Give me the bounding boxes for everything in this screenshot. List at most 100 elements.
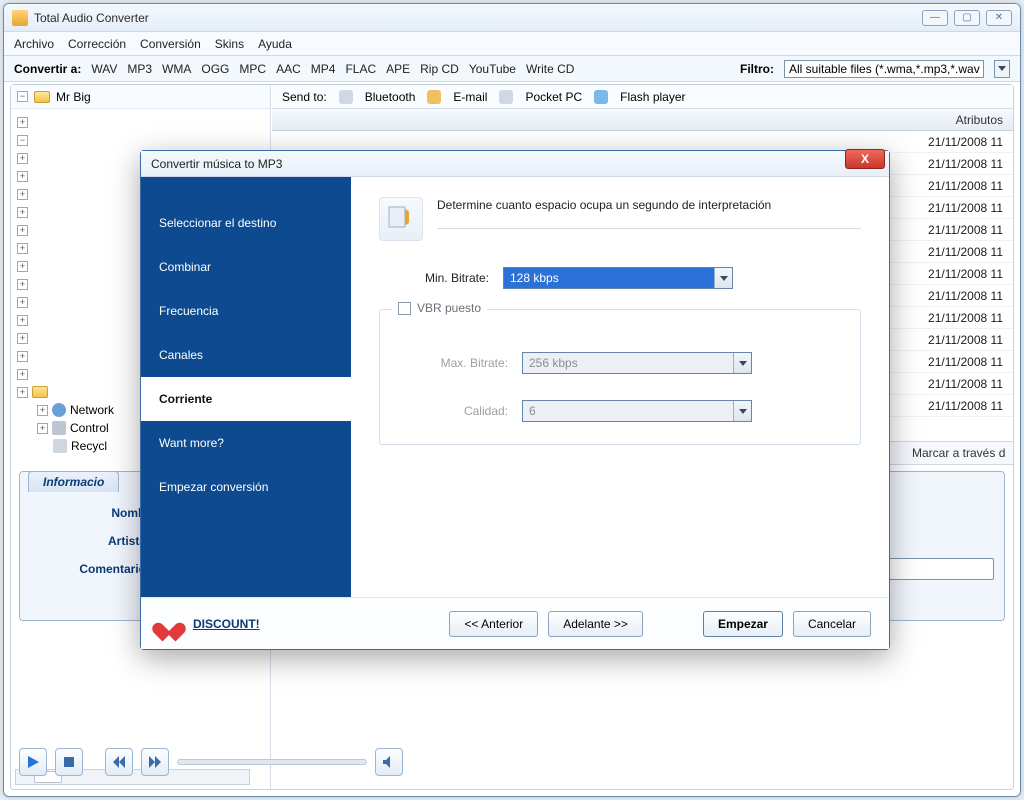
- expand-icon[interactable]: +: [17, 351, 28, 362]
- maximize-button[interactable]: ▢: [954, 10, 980, 26]
- filter-value: All suitable files (*.wma,*.mp3,*.wav: [789, 62, 980, 76]
- expand-icon[interactable]: +: [37, 423, 48, 434]
- seek-slider[interactable]: [177, 759, 367, 765]
- chevron-down-icon: [733, 353, 751, 373]
- format-mpc[interactable]: MPC: [239, 62, 266, 76]
- back-button[interactable]: << Anterior: [449, 611, 538, 637]
- menu-correccion[interactable]: Corrección: [68, 37, 126, 51]
- file-date: 21/11/2008 11: [928, 201, 1003, 215]
- format-youtube[interactable]: YouTube: [469, 62, 516, 76]
- min-bitrate-value: 128 kbps: [504, 268, 714, 288]
- expand-icon[interactable]: +: [17, 189, 28, 200]
- expand-icon[interactable]: −: [17, 91, 28, 102]
- expand-icon[interactable]: +: [17, 207, 28, 218]
- menu-archivo[interactable]: Archivo: [14, 37, 54, 51]
- send-to-pocketpc[interactable]: Pocket PC: [525, 90, 582, 104]
- dialog-footer: DISCOUNT! << Anterior Adelante >> Empeza…: [141, 597, 889, 649]
- wizard-nav: Seleccionar el destino Combinar Frecuenc…: [141, 177, 351, 597]
- file-date: 21/11/2008 11: [928, 289, 1003, 303]
- email-icon: [427, 90, 441, 104]
- tree-current-folder[interactable]: − Mr Big: [11, 85, 270, 109]
- expand-icon[interactable]: +: [17, 333, 28, 344]
- expand-icon[interactable]: +: [17, 369, 28, 380]
- filter-dropdown-button[interactable]: [994, 60, 1010, 78]
- expand-icon[interactable]: +: [17, 387, 28, 398]
- menu-conversion[interactable]: Conversión: [140, 37, 201, 51]
- flashplayer-icon: [594, 90, 608, 104]
- expand-icon[interactable]: +: [17, 117, 28, 128]
- nav-wantmore[interactable]: Want more?: [141, 421, 351, 465]
- next-button[interactable]: [141, 748, 169, 776]
- expand-icon[interactable]: +: [17, 315, 28, 326]
- dialog-title: Convertir música to MP3: [151, 157, 879, 171]
- volume-button[interactable]: [375, 748, 403, 776]
- menu-skins[interactable]: Skins: [215, 37, 244, 51]
- filter-select[interactable]: All suitable files (*.wma,*.mp3,*.wav: [784, 60, 984, 78]
- tree-label: Control: [70, 421, 109, 435]
- nav-frecuencia[interactable]: Frecuencia: [141, 289, 351, 333]
- expand-icon[interactable]: +: [17, 297, 28, 308]
- send-to-label: Send to:: [282, 90, 327, 104]
- close-window-button[interactable]: ✕: [986, 10, 1012, 26]
- dialog-close-button[interactable]: X: [845, 149, 885, 169]
- tree-row[interactable]: −: [13, 131, 268, 149]
- menubar: Archivo Corrección Conversión Skins Ayud…: [4, 32, 1020, 56]
- format-wav[interactable]: WAV: [91, 62, 117, 76]
- calidad-value: 6: [523, 401, 733, 421]
- menu-ayuda[interactable]: Ayuda: [258, 37, 292, 51]
- discount-link[interactable]: DISCOUNT!: [193, 617, 260, 631]
- column-header-attributes[interactable]: Atributos: [272, 109, 1013, 131]
- nav-corriente[interactable]: Corriente: [141, 377, 351, 421]
- start-button[interactable]: Empezar: [703, 611, 783, 637]
- max-bitrate-value: 256 kbps: [523, 353, 733, 373]
- expand-icon[interactable]: +: [17, 153, 28, 164]
- expand-icon[interactable]: −: [17, 135, 28, 146]
- format-writecd[interactable]: Write CD: [526, 62, 574, 76]
- chevron-down-icon: [714, 268, 732, 288]
- expand-icon[interactable]: +: [17, 225, 28, 236]
- convert-wizard-dialog: X Convertir música to MP3 Seleccionar el…: [140, 150, 890, 650]
- format-ogg[interactable]: OGG: [201, 62, 229, 76]
- format-flac[interactable]: FLAC: [345, 62, 376, 76]
- format-mp3[interactable]: MP3: [127, 62, 152, 76]
- nav-destino[interactable]: Seleccionar el destino: [141, 201, 351, 245]
- play-button[interactable]: [19, 748, 47, 776]
- send-to-bluetooth[interactable]: Bluetooth: [365, 90, 416, 104]
- format-wma[interactable]: WMA: [162, 62, 191, 76]
- file-date: 21/11/2008 11: [928, 377, 1003, 391]
- window-title: Total Audio Converter: [34, 11, 922, 25]
- min-bitrate-select[interactable]: 128 kbps: [503, 267, 733, 289]
- nav-empezar[interactable]: Empezar conversión: [141, 465, 351, 509]
- expand-icon[interactable]: +: [17, 279, 28, 290]
- prev-button[interactable]: [105, 748, 133, 776]
- tree-folder-label: Mr Big: [56, 90, 91, 104]
- send-to-email[interactable]: E-mail: [453, 90, 487, 104]
- expand-icon[interactable]: +: [17, 171, 28, 182]
- stop-button[interactable]: [55, 748, 83, 776]
- column-label: Atributos: [956, 113, 1003, 127]
- format-aac[interactable]: AAC: [276, 62, 301, 76]
- dialog-titlebar: Convertir música to MP3: [141, 151, 889, 177]
- network-icon: [52, 403, 66, 417]
- vbr-checkbox[interactable]: [398, 302, 411, 315]
- expand-icon[interactable]: +: [37, 405, 48, 416]
- bluetooth-icon: [339, 90, 353, 104]
- send-to-bar: Send to: Bluetooth E-mail Pocket PC Flas…: [272, 85, 1013, 109]
- tree-row[interactable]: +: [13, 113, 268, 131]
- cancel-button[interactable]: Cancelar: [793, 611, 871, 637]
- format-mp4[interactable]: MP4: [311, 62, 336, 76]
- minimize-button[interactable]: —: [922, 10, 948, 26]
- info-tab[interactable]: Informacio: [28, 471, 119, 492]
- calidad-label: Calidad:: [398, 404, 508, 418]
- send-to-flashplayer[interactable]: Flash player: [620, 90, 685, 104]
- nav-combinar[interactable]: Combinar: [141, 245, 351, 289]
- format-ape[interactable]: APE: [386, 62, 410, 76]
- file-date: 21/11/2008 11: [928, 223, 1003, 237]
- file-date: 21/11/2008 11: [928, 135, 1003, 149]
- nav-canales[interactable]: Canales: [141, 333, 351, 377]
- format-ripcd[interactable]: Rip CD: [420, 62, 459, 76]
- next-button[interactable]: Adelante >>: [548, 611, 643, 637]
- folder-icon: [32, 386, 48, 398]
- expand-icon[interactable]: +: [17, 243, 28, 254]
- expand-icon[interactable]: +: [17, 261, 28, 272]
